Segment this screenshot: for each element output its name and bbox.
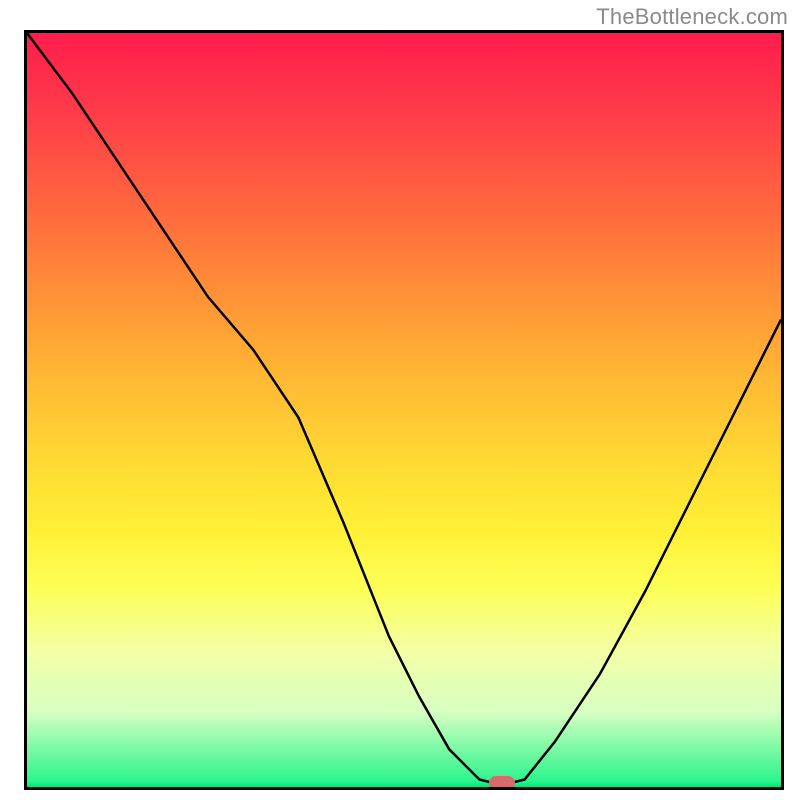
curve-line: [27, 33, 781, 783]
optimal-point-marker: [489, 776, 515, 790]
chart-frame: TheBottleneck.com: [0, 0, 800, 800]
watermark-text: TheBottleneck.com: [596, 4, 788, 30]
bottleneck-curve: [27, 33, 781, 787]
plot-area: [24, 30, 784, 790]
